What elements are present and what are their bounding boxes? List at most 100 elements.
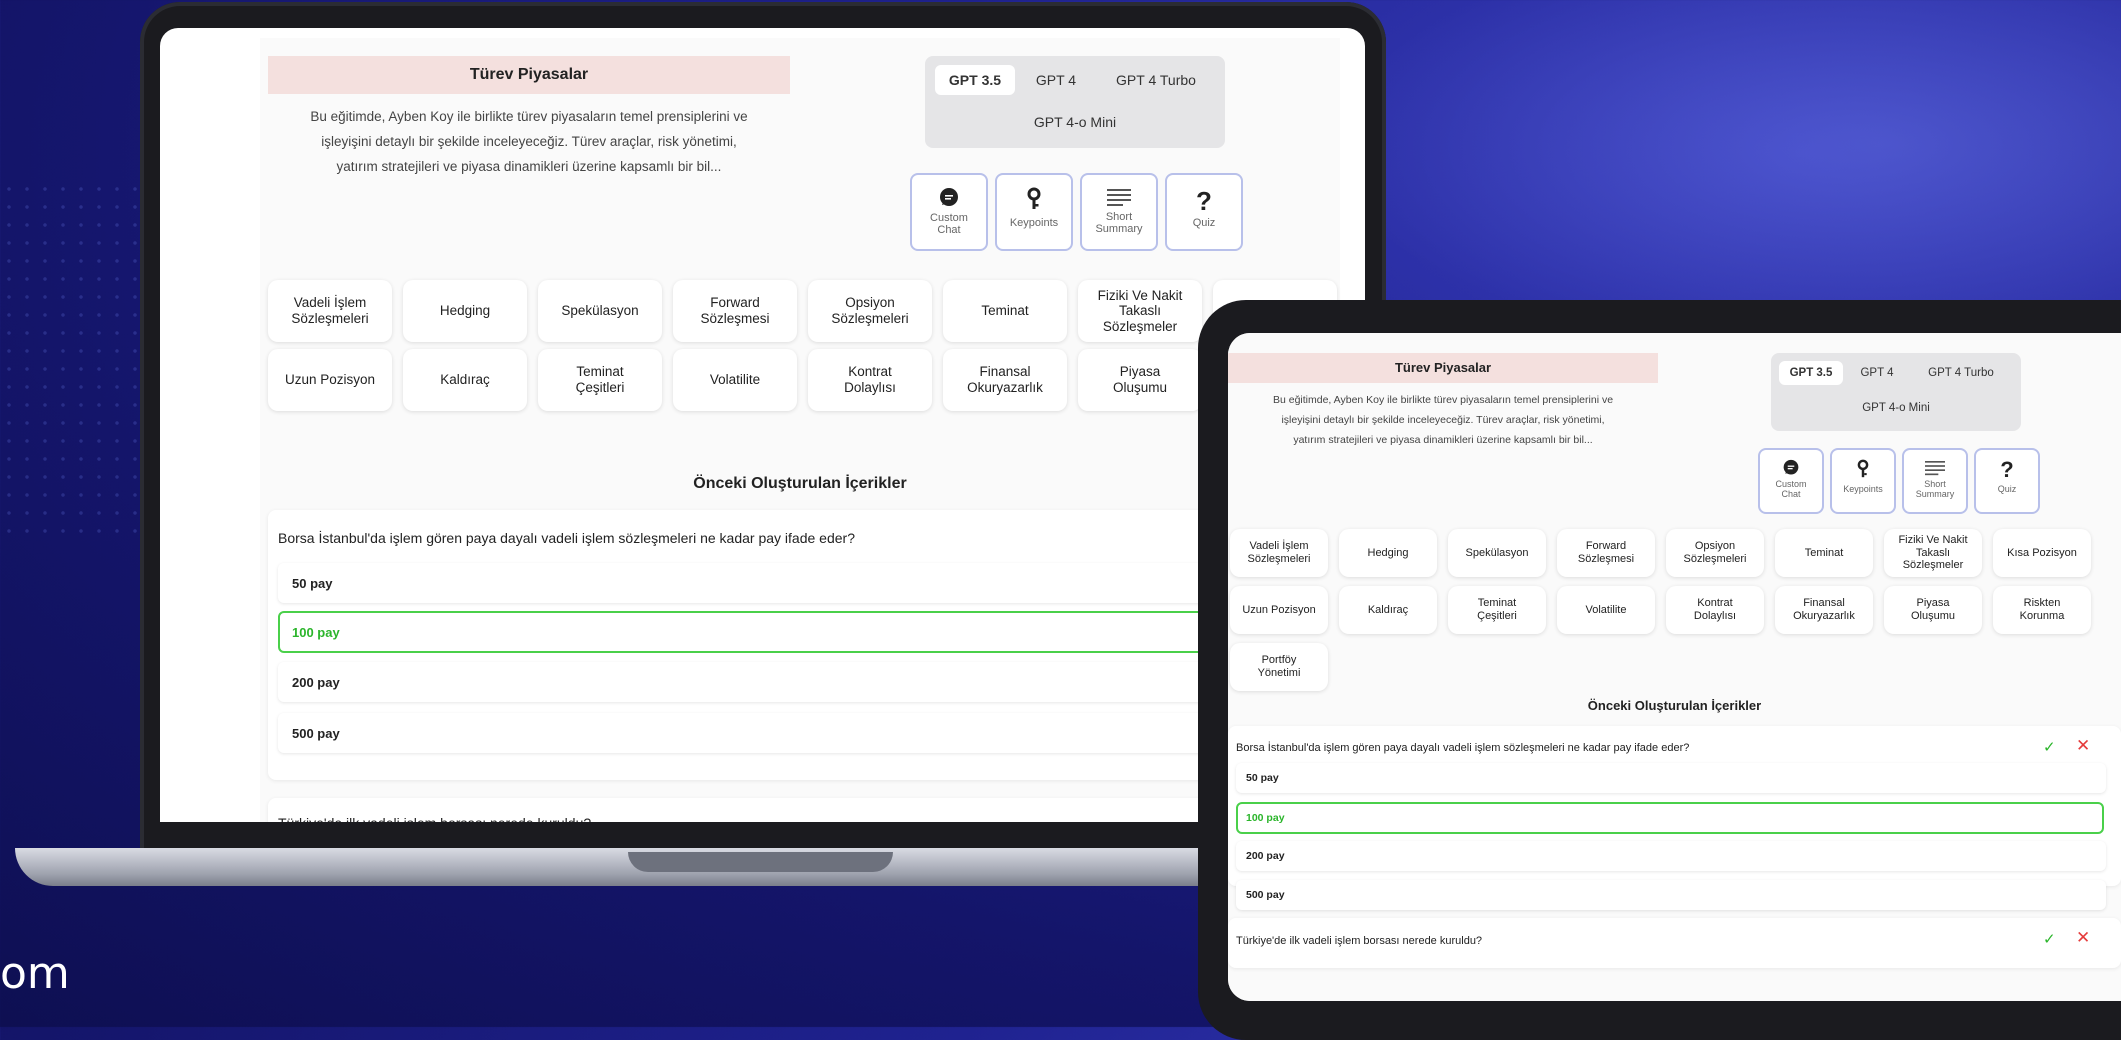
topic-chip-label: Spekülasyon — [561, 303, 638, 319]
topic-chip[interactable]: Uzun Pozisyon — [1230, 586, 1328, 634]
short-summary-button[interactable]: Short Summary — [1080, 173, 1158, 251]
option-label: 500 pay — [1246, 889, 1285, 901]
topic-chip-line: Piyasa — [1916, 597, 1950, 610]
close-icon[interactable]: ✕ — [2076, 928, 2090, 948]
topic-chip[interactable]: Finansal Okuryazarlık — [943, 349, 1067, 411]
topic-chip-label: Hedging — [1368, 547, 1409, 560]
topic-chip-line: Teminat — [981, 303, 1029, 319]
quiz-button[interactable]: ? Quiz — [1974, 448, 2040, 514]
topic-chip-line: Takaslı — [1118, 303, 1162, 319]
answer-option-correct[interactable]: 100 pay — [278, 611, 1350, 653]
tab-gpt-3-5[interactable]: GPT 3.5 — [935, 65, 1015, 95]
topic-chip[interactable]: Kontrat Dolaylısı — [1666, 586, 1764, 634]
topic-chip[interactable]: Forward Sözleşmesi — [673, 280, 797, 342]
custom-chat-button[interactable]: Custom Chat — [910, 173, 988, 251]
course-title: Türev Piyasalar — [1228, 353, 1658, 383]
topic-chip[interactable]: Hedging — [1339, 529, 1437, 577]
topic-chip[interactable]: Kontrat Dolaylısı — [808, 349, 932, 411]
topic-chip[interactable]: Teminat — [1775, 529, 1873, 577]
topic-chip-label: Opsiyon Sözleşmeleri — [1684, 540, 1747, 565]
topic-chip-label: Teminat Çeşitleri — [1477, 597, 1517, 622]
topic-chip-line: Portföy — [1261, 654, 1297, 667]
topic-chip[interactable]: Fiziki Ve Nakit Takaslı Sözleşmeler — [1884, 529, 1982, 577]
tab-gpt-4o-mini[interactable]: GPT 4-o Mini — [1015, 107, 1135, 137]
topic-chip[interactable]: Piyasa Oluşumu — [1078, 349, 1202, 411]
answer-option[interactable]: 200 pay — [1236, 841, 2106, 871]
tab-gpt-4-turbo[interactable]: GPT 4 Turbo — [1911, 361, 2011, 385]
answer-option[interactable]: 500 pay — [1236, 880, 2106, 910]
topic-chip[interactable]: Kaldıraç — [403, 349, 527, 411]
question-text: Türkiye'de ilk vadeli işlem borsası nere… — [1236, 935, 1483, 947]
tool-label: Chat — [1781, 489, 1801, 499]
short-summary-button[interactable]: Short Summary — [1902, 448, 1968, 514]
course-description: Bu eğitimde, Ayben Koy ile birlikte türe… — [268, 104, 790, 179]
keypoints-button[interactable]: Keypoints — [1830, 448, 1896, 514]
topic-chip[interactable]: Vadeli İşlem Sözleşmeleri — [268, 280, 392, 342]
topic-chip-label: Hedging — [440, 303, 490, 319]
topic-chip[interactable]: Riskten Korunma — [1993, 586, 2091, 634]
topic-chip-line: Spekülasyon — [1465, 546, 1529, 559]
topic-chip[interactable]: Forward Sözleşmesi — [1557, 529, 1655, 577]
topic-chip[interactable]: Teminat Çeşitleri — [538, 349, 662, 411]
option-label: 200 pay — [292, 674, 340, 690]
tab-gpt-4[interactable]: GPT 4 — [1849, 361, 1905, 385]
topic-chip[interactable]: Fiziki Ve Nakit Takaslı Sözleşmeler — [1078, 280, 1202, 342]
topic-chip-line: Opsiyon — [845, 295, 895, 311]
topic-chip-line: Vadeli İşlem — [293, 295, 367, 311]
topic-chip-line: Sözleşmeler — [1902, 559, 1964, 572]
close-icon[interactable]: ✕ — [2076, 736, 2090, 756]
laptop-notch — [628, 852, 893, 872]
topic-chip[interactable]: Uzun Pozisyon — [268, 349, 392, 411]
topic-chip-line: Kaldıraç — [440, 372, 490, 388]
option-label: 500 pay — [292, 725, 340, 741]
quiz-button[interactable]: ? Quiz — [1165, 173, 1243, 251]
answer-option-correct[interactable]: 100 pay — [1236, 802, 2104, 834]
topic-chip[interactable]: Volatilite — [673, 349, 797, 411]
topic-chip-line: Sözleşmeler — [1102, 318, 1178, 334]
keypoints-button[interactable]: Keypoints — [995, 173, 1073, 251]
topic-chip[interactable]: Finansal Okuryazarlık — [1775, 586, 1873, 634]
topic-chip-label: Kontrat Dolaylısı — [1694, 597, 1736, 622]
topic-chip-label: Teminat Çeşitleri — [576, 364, 625, 395]
topic-chip-label: Opsiyon Sözleşmeleri — [831, 295, 908, 326]
topic-chip-line: Çeşitleri — [1477, 610, 1517, 622]
description-line: yatırım stratejileri ve piyasa dinamikle… — [336, 159, 722, 174]
check-icon[interactable]: ✓ — [2043, 738, 2056, 756]
topic-chip[interactable]: Vadeli İşlem Sözleşmeleri — [1230, 529, 1328, 577]
topic-chip-label: Kontrat Dolaylısı — [844, 364, 896, 395]
topic-chip-line: Kaldıraç — [1367, 603, 1409, 616]
tab-gpt-4o-mini[interactable]: GPT 4-o Mini — [1846, 396, 1946, 420]
question-text: Türkiye'de ilk vadeli işlem borsası nere… — [278, 815, 591, 822]
topic-chip[interactable]: Opsiyon Sözleşmeleri — [808, 280, 932, 342]
tab-gpt-4-turbo[interactable]: GPT 4 Turbo — [1097, 65, 1215, 95]
answer-option[interactable]: 500 pay — [278, 713, 1352, 753]
topic-chip-line: Uzun Pozisyon — [284, 372, 376, 388]
description-line: işleyişini detaylı bir şekilde inceleyec… — [321, 134, 737, 149]
tab-gpt-3-5[interactable]: GPT 3.5 — [1779, 361, 1843, 385]
topic-chip-label: Fiziki Ve Nakit Takaslı Sözleşmeler — [1898, 534, 1967, 572]
topic-chip[interactable]: Piyasa Oluşumu — [1884, 586, 1982, 634]
topic-chip[interactable]: Kaldıraç — [1339, 586, 1437, 634]
tab-gpt-4[interactable]: GPT 4 — [1023, 65, 1089, 95]
answer-option[interactable]: 50 pay — [278, 563, 1352, 603]
answer-option[interactable]: 200 pay — [278, 662, 1352, 702]
question-icon: ? — [2000, 457, 2014, 482]
topic-chip[interactable]: Spekülasyon — [538, 280, 662, 342]
topic-chip[interactable]: Teminat — [943, 280, 1067, 342]
topic-chip[interactable]: PortföyYönetimi — [1230, 643, 1328, 691]
topic-chip-label: Uzun Pozisyon — [285, 372, 375, 388]
topic-chip[interactable]: Opsiyon Sözleşmeleri — [1666, 529, 1764, 577]
description-line: Bu eğitimde, Ayben Koy ile birlikte türe… — [310, 109, 748, 124]
topic-chip-line: Hedging — [1367, 546, 1409, 559]
topic-chip[interactable]: Teminat Çeşitleri — [1448, 586, 1546, 634]
topic-chip[interactable]: Hedging — [403, 280, 527, 342]
topic-chip[interactable]: Kısa Pozisyon — [1993, 529, 2091, 577]
topic-chip-label: Vadeli İşlem Sözleşmeleri — [1248, 540, 1311, 565]
check-icon[interactable]: ✓ — [2043, 930, 2056, 948]
topic-chip[interactable]: Spekülasyon — [1448, 529, 1546, 577]
answer-option[interactable]: 50 pay — [1236, 763, 2106, 793]
tool-label: Keypoints — [1009, 217, 1059, 229]
topic-chip[interactable]: Volatilite — [1557, 586, 1655, 634]
tool-label: Chat — [937, 224, 961, 236]
custom-chat-button[interactable]: Custom Chat — [1758, 448, 1824, 514]
